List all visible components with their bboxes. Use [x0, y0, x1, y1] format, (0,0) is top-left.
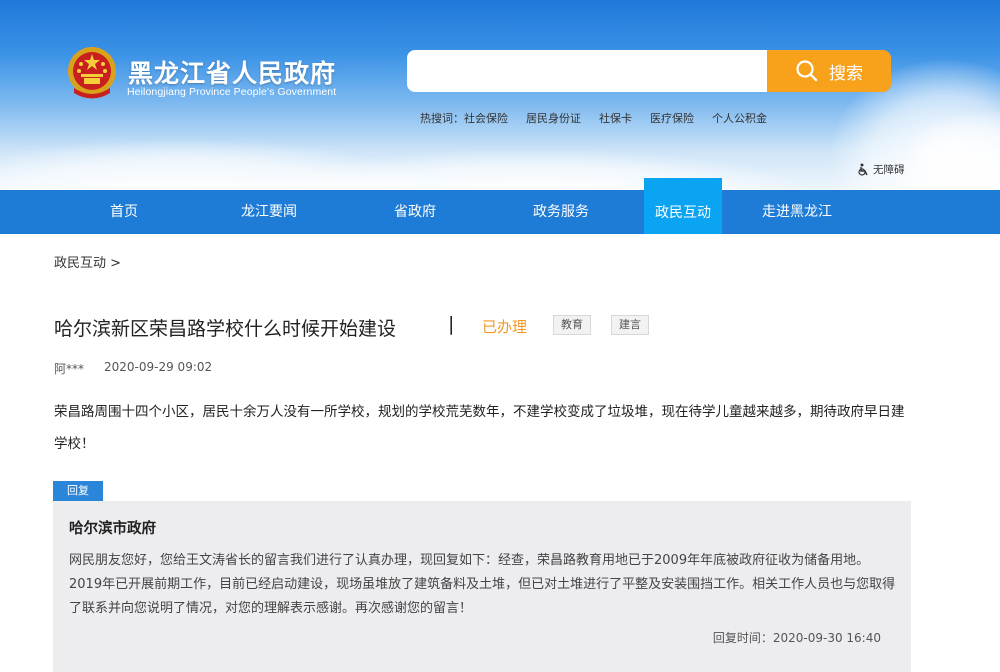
hot-words: 热搜词： 社会保险 居民身份证 社保卡 医疗保险 个人公积金 [420, 110, 767, 126]
nav-item-news[interactable]: 龙江要闻 [226, 190, 312, 234]
hot-words-label: 热搜词： [420, 112, 464, 125]
hot-word-link[interactable]: 医疗保险 [650, 110, 694, 126]
question-author: 阿*** [54, 362, 85, 376]
tag-education[interactable]: 教育 [553, 315, 591, 335]
nav-item-government[interactable]: 省政府 [380, 190, 450, 234]
site-title-english: Heilongjiang Province People's Governmen… [127, 86, 337, 98]
hot-word-link[interactable]: 居民身份证 [526, 110, 581, 126]
hot-word-link[interactable]: 个人公积金 [712, 110, 767, 126]
wheelchair-icon [858, 163, 868, 176]
tag-suggestion[interactable]: 建言 [611, 315, 649, 335]
reply-organization: 哈尔滨市政府 [69, 521, 156, 537]
title-separator: | [448, 313, 455, 335]
status-badge: 已办理 [482, 318, 528, 336]
nav-item-interaction[interactable]: 政民互动 [644, 178, 722, 234]
national-emblem-icon [68, 47, 116, 99]
search-button-label: 搜索 [829, 63, 863, 84]
breadcrumb[interactable]: 政民互动 > [54, 252, 121, 271]
question-content: 荣昌路周围十四个小区，居民十余万人没有一所学校，规划的学校荒芜数年，不建学校变成… [54, 404, 905, 452]
reply-tab: 回复 [53, 481, 103, 501]
main-nav: 首页 龙江要闻 省政府 政务服务 政民互动 走进黑龙江 [0, 178, 1000, 234]
accessibility-label: 无障碍 [873, 164, 905, 176]
site-title[interactable]: 黑龙江省人民政府 [128, 54, 336, 90]
search-button[interactable]: 搜索 [767, 50, 891, 92]
reply-time: 回复时间：2020-09-30 16:40 [712, 631, 881, 645]
nav-item-about[interactable]: 走进黑龙江 [752, 190, 842, 234]
hot-word-link[interactable]: 社会保险 [464, 110, 508, 126]
header-banner: 黑龙江省人民政府 Heilongjiang Province People's … [0, 0, 1000, 190]
hot-word-link[interactable]: 社保卡 [599, 110, 632, 126]
reply-content: 网民朋友您好，您给王文涛省长的留言我们进行了认真办理，现回复如下：经查，荣昌路教… [69, 553, 896, 616]
nav-item-services[interactable]: 政务服务 [518, 190, 604, 234]
question-title: 哈尔滨新区荣昌路学校什么时候开始建设 [54, 318, 397, 340]
nav-item-home[interactable]: 首页 [88, 190, 160, 234]
reply-box: 哈尔滨市政府 网民朋友您好，您给王文涛省长的留言我们进行了认真办理，现回复如下：… [53, 501, 911, 672]
search-input[interactable] [407, 50, 767, 92]
search-icon [796, 60, 818, 82]
question-date: 2020-09-29 09:02 [104, 360, 213, 374]
accessibility-link[interactable]: 无障碍 [857, 162, 905, 177]
